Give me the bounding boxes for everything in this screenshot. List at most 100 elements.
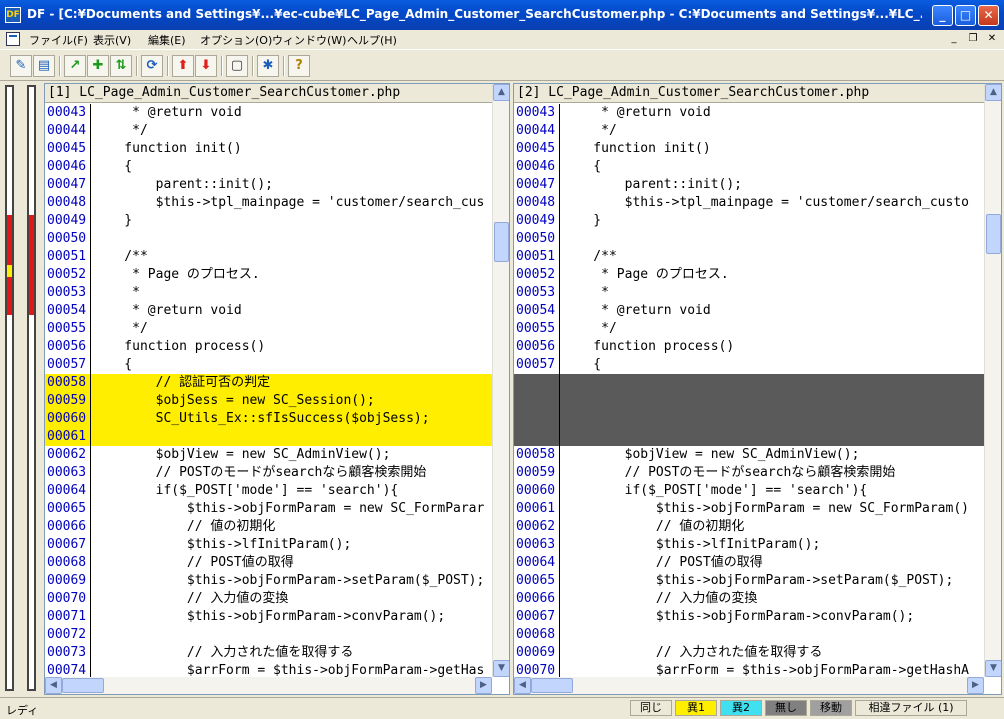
- menu-help[interactable]: ヘルプ(H): [347, 32, 397, 48]
- code-line-row[interactable]: 00043 * @return void: [45, 104, 493, 122]
- next-diff-icon[interactable]: ✚: [87, 55, 109, 77]
- scroll-right-icon[interactable]: ▶: [967, 677, 984, 694]
- code-line-row[interactable]: 00073 // 入力された値を取得する: [45, 644, 493, 662]
- code-line-row[interactable]: 00060 SC_Utils_Ex::sfIsSuccess($objSess)…: [45, 410, 493, 428]
- code-line-row[interactable]: 00049 }: [45, 212, 493, 230]
- missing-line-row[interactable]: [514, 410, 985, 428]
- code-line-row[interactable]: 00050: [514, 230, 985, 248]
- code-line-row[interactable]: 00067 $this->objFormParam->convParam();: [514, 608, 985, 626]
- right-vertical-scrollbar[interactable]: ▲ ▼: [984, 84, 1001, 677]
- code-line-row[interactable]: 00058 $objView = new SC_AdminView();: [514, 446, 985, 464]
- code-line-row[interactable]: 00068: [514, 626, 985, 644]
- missing-line-row[interactable]: [514, 428, 985, 446]
- scroll-thumb[interactable]: [494, 222, 509, 262]
- open-icon[interactable]: ▤: [33, 55, 55, 77]
- first-diff-icon[interactable]: ⇅: [110, 55, 132, 77]
- scroll-down-icon[interactable]: ▼: [985, 660, 1001, 677]
- code-line-row[interactable]: 00057 {: [45, 356, 493, 374]
- code-line-row[interactable]: 00066 // 値の初期化: [45, 518, 493, 536]
- diff-overview[interactable]: [0, 83, 42, 695]
- code-line-row[interactable]: 00051 /**: [45, 248, 493, 266]
- code-line-row[interactable]: 00060 if($_POST['mode'] == 'search'){: [514, 482, 985, 500]
- scroll-left-icon[interactable]: ◀: [514, 677, 531, 694]
- scroll-thumb[interactable]: [62, 678, 104, 693]
- code-line-row[interactable]: 00056 function process(): [45, 338, 493, 356]
- prev-diff-icon[interactable]: ↗: [64, 55, 86, 77]
- code-line-row[interactable]: 00051 /**: [514, 248, 985, 266]
- code-line-row[interactable]: 00054 * @return void: [45, 302, 493, 320]
- missing-line-row[interactable]: [514, 392, 985, 410]
- code-line-row[interactable]: 00059 $objSess = new SC_Session();: [45, 392, 493, 410]
- mdi-close-button[interactable]: ✕: [984, 32, 1000, 46]
- code-line-row[interactable]: 00045 function init(): [514, 140, 985, 158]
- menu-window[interactable]: ウィンドウ(W): [272, 32, 346, 48]
- code-line-row[interactable]: 00066 // 入力値の変換: [514, 590, 985, 608]
- menu-view[interactable]: 表示(V): [93, 32, 131, 48]
- compare-icon[interactable]: ✎: [10, 55, 32, 77]
- code-line-row[interactable]: 00055 */: [45, 320, 493, 338]
- code-line-row[interactable]: 00053 *: [45, 284, 493, 302]
- menu-file[interactable]: ファイル(F): [29, 32, 88, 48]
- code-line-row[interactable]: 00062 // 値の初期化: [514, 518, 985, 536]
- overview-bar-right[interactable]: [27, 85, 36, 691]
- close-button[interactable]: ✕: [978, 5, 999, 26]
- code-line-row[interactable]: 00064 if($_POST['mode'] == 'search'){: [45, 482, 493, 500]
- code-line-row[interactable]: 00069 // 入力された値を取得する: [514, 644, 985, 662]
- copy-to-right-icon[interactable]: ⬆: [172, 55, 194, 77]
- code-line-row[interactable]: 00053 *: [514, 284, 985, 302]
- code-line-row[interactable]: 00046 {: [514, 158, 985, 176]
- maximize-button[interactable]: □: [955, 5, 976, 26]
- code-line-row[interactable]: 00044 */: [514, 122, 985, 140]
- code-line-row[interactable]: 00049 }: [514, 212, 985, 230]
- left-vertical-scrollbar[interactable]: ▲ ▼: [492, 84, 509, 677]
- scroll-thumb[interactable]: [531, 678, 573, 693]
- mdi-minimize-button[interactable]: _: [946, 32, 962, 46]
- code-line-row[interactable]: 00061: [45, 428, 493, 446]
- code-line-row[interactable]: 00047 parent::init();: [45, 176, 493, 194]
- merge-icon[interactable]: ✱: [257, 55, 279, 77]
- document-icon[interactable]: [6, 32, 20, 46]
- code-line-row[interactable]: 00072: [45, 626, 493, 644]
- scroll-thumb[interactable]: [986, 214, 1001, 254]
- code-line-row[interactable]: 00061 $this->objFormParam = new SC_FormP…: [514, 500, 985, 518]
- code-line-row[interactable]: 00065 $this->objFormParam->setParam($_PO…: [514, 572, 985, 590]
- code-line-row[interactable]: 00062 $objView = new SC_AdminView();: [45, 446, 493, 464]
- scroll-up-icon[interactable]: ▲: [493, 84, 509, 101]
- right-horizontal-scrollbar[interactable]: ◀ ▶: [514, 677, 984, 694]
- missing-line-row[interactable]: [514, 374, 985, 392]
- code-line-row[interactable]: 00052 * Page のプロセス.: [514, 266, 985, 284]
- code-line-row[interactable]: 00057 {: [514, 356, 985, 374]
- mdi-restore-button[interactable]: ❐: [965, 32, 981, 46]
- menu-options[interactable]: オプション(O): [200, 32, 272, 48]
- code-line-row[interactable]: 00046 {: [45, 158, 493, 176]
- code-line-row[interactable]: 00044 */: [45, 122, 493, 140]
- scroll-left-icon[interactable]: ◀: [45, 677, 62, 694]
- code-line-row[interactable]: 00045 function init(): [45, 140, 493, 158]
- code-line-row[interactable]: 00067 $this->lfInitParam();: [45, 536, 493, 554]
- code-line-row[interactable]: 00070 // 入力値の変換: [45, 590, 493, 608]
- refresh-icon[interactable]: ⟳: [141, 55, 163, 77]
- code-line-row[interactable]: 00058 // 認証可否の判定: [45, 374, 493, 392]
- scroll-right-icon[interactable]: ▶: [475, 677, 492, 694]
- code-line-row[interactable]: 00047 parent::init();: [514, 176, 985, 194]
- code-line-row[interactable]: 00054 * @return void: [514, 302, 985, 320]
- code-line-row[interactable]: 00052 * Page のプロセス.: [45, 266, 493, 284]
- code-line-row[interactable]: 00048 $this->tpl_mainpage = 'customer/se…: [514, 194, 985, 212]
- code-line-row[interactable]: 00064 // POST値の取得: [514, 554, 985, 572]
- code-line-row[interactable]: 00043 * @return void: [514, 104, 985, 122]
- menu-edit[interactable]: 編集(E): [148, 32, 186, 48]
- window-icon[interactable]: ▢: [226, 55, 248, 77]
- scroll-up-icon[interactable]: ▲: [985, 84, 1001, 101]
- code-line-row[interactable]: 00048 $this->tpl_mainpage = 'customer/se…: [45, 194, 493, 212]
- right-pane[interactable]: [2] LC_Page_Admin_Customer_SearchCustome…: [513, 83, 1002, 695]
- left-code-view[interactable]: 00043 * @return void 00044 */00045 functi…: [45, 104, 493, 680]
- code-line-row[interactable]: 00050: [45, 230, 493, 248]
- code-line-row[interactable]: 00063 $this->lfInitParam();: [514, 536, 985, 554]
- code-line-row[interactable]: 00068 // POST値の取得: [45, 554, 493, 572]
- code-line-row[interactable]: 00071 $this->objFormParam->convParam();: [45, 608, 493, 626]
- code-line-row[interactable]: 00069 $this->objFormParam->setParam($_PO…: [45, 572, 493, 590]
- code-line-row[interactable]: 00059 // POSTのモードがsearchなら顧客検索開始: [514, 464, 985, 482]
- scroll-down-icon[interactable]: ▼: [493, 660, 509, 677]
- left-horizontal-scrollbar[interactable]: ◀ ▶: [45, 677, 492, 694]
- minimize-button[interactable]: _: [932, 5, 953, 26]
